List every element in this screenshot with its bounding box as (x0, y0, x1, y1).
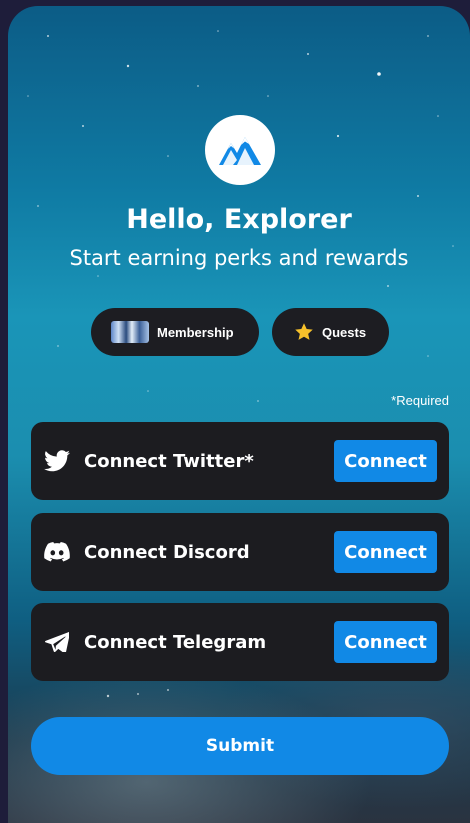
star-icon (294, 322, 314, 342)
quests-chip[interactable]: Quests (272, 308, 389, 356)
required-note: *Required (391, 393, 449, 408)
membership-chip[interactable]: Membership (91, 308, 259, 356)
login-card: Hello, Explorer Start earning perks and … (8, 6, 470, 823)
connect-telegram-row: Connect Telegram Connect (31, 603, 449, 681)
connect-telegram-label: Connect Telegram (84, 631, 267, 653)
telegram-icon (43, 628, 71, 656)
app-logo (205, 115, 275, 185)
connect-twitter-button[interactable]: Connect (334, 440, 437, 482)
connect-twitter-row: Connect Twitter* Connect (31, 422, 449, 500)
quests-chip-label: Quests (322, 324, 367, 340)
membership-chip-label: Membership (157, 324, 234, 340)
connect-telegram-button[interactable]: Connect (334, 621, 437, 663)
twitter-icon (43, 447, 71, 475)
submit-button[interactable]: Submit (31, 717, 449, 775)
connect-discord-label: Connect Discord (84, 541, 250, 563)
page-title: Hello, Explorer (126, 204, 352, 235)
membership-thumbnail (111, 321, 149, 343)
discord-icon (43, 538, 71, 566)
connect-discord-button[interactable]: Connect (334, 531, 437, 573)
mountain-icon (219, 137, 261, 165)
connect-discord-row: Connect Discord Connect (31, 513, 449, 591)
page-subtitle: Start earning perks and rewards (69, 246, 409, 270)
connect-twitter-label: Connect Twitter* (84, 450, 254, 472)
